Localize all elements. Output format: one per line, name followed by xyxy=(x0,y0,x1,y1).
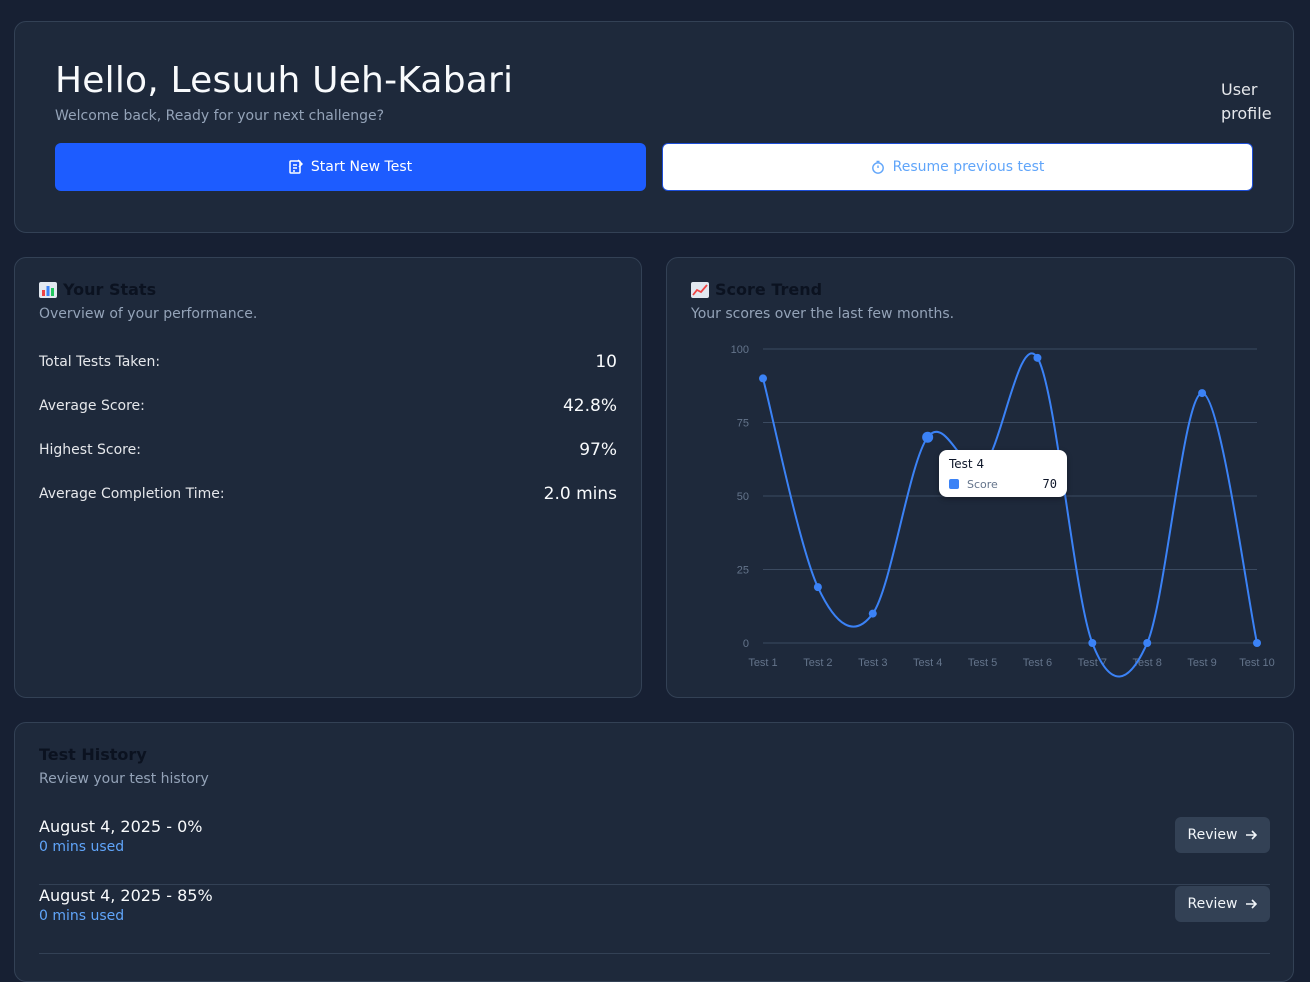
review-label: Review xyxy=(1187,896,1238,912)
x-tick-label: Test 1 xyxy=(748,657,777,669)
tooltip-swatch xyxy=(949,479,959,489)
data-point xyxy=(868,609,877,618)
stats-title: Your Stats xyxy=(39,280,156,299)
stat-label: Average Score: xyxy=(39,398,145,414)
data-point xyxy=(1143,639,1152,647)
chart-tooltip: Test 4 Score 70 xyxy=(939,450,1067,497)
stat-label: Average Completion Time: xyxy=(39,486,225,502)
data-point xyxy=(1088,639,1097,647)
stat-label: Highest Score: xyxy=(39,442,141,458)
start-new-test-label: Start New Test xyxy=(310,159,413,175)
stat-label: Total Tests Taken: xyxy=(39,354,161,370)
stat-row: Average Completion Time: 2.0 mins xyxy=(39,484,617,504)
data-point xyxy=(813,583,822,592)
greeting-heading: Hello, Lesuuh Ueh-Kabari xyxy=(55,60,514,101)
tooltip-series: Score xyxy=(967,477,998,491)
score-line xyxy=(762,352,1258,678)
welcome-card: Hello, Lesuuh Ueh-Kabari Welcome back, R… xyxy=(14,21,1294,233)
x-tick-label: Test 3 xyxy=(858,657,887,669)
start-new-test-button[interactable]: Start New Test xyxy=(55,143,646,191)
stat-row: Average Score: 42.8% xyxy=(39,396,617,416)
bar-chart-icon xyxy=(39,281,57,298)
stat-value: 10 xyxy=(595,352,617,372)
stats-description: Overview of your performance. xyxy=(39,306,258,322)
data-point xyxy=(1198,389,1207,398)
resume-test-label: Resume previous test xyxy=(892,159,1045,175)
resume-test-button[interactable]: Resume previous test xyxy=(662,143,1253,191)
tooltip-value: 70 xyxy=(1042,477,1057,491)
stats-card: Your Stats Overview of your performance.… xyxy=(14,257,642,698)
x-tick-label: Test 2 xyxy=(803,657,832,669)
history-item: August 4, 2025 - 0% 0 mins used Review xyxy=(39,817,1270,885)
history-item-time: 0 mins used xyxy=(39,908,125,924)
stat-value: 42.8% xyxy=(562,396,617,416)
stat-value: 2.0 mins xyxy=(543,484,617,504)
tooltip-row: Score 70 xyxy=(949,477,1057,491)
data-point xyxy=(922,431,934,443)
data-point xyxy=(1033,353,1042,362)
history-description: Review your test history xyxy=(39,771,209,787)
data-point xyxy=(1253,639,1261,647)
history-item-time: 0 mins used xyxy=(39,839,125,855)
stat-row: Total Tests Taken: 10 xyxy=(39,352,617,372)
edit-note-icon xyxy=(289,159,303,174)
x-tick-label: Test 5 xyxy=(968,657,997,669)
arrow-right-icon xyxy=(1246,830,1258,840)
y-tick-label: 100 xyxy=(731,344,749,356)
review-label: Review xyxy=(1187,827,1238,843)
x-tick-label: Test 6 xyxy=(1023,657,1052,669)
x-tick-label: Test 10 xyxy=(1239,657,1274,669)
review-button[interactable]: Review xyxy=(1175,817,1270,853)
x-tick-label: Test 4 xyxy=(913,657,942,669)
y-tick-label: 0 xyxy=(743,638,749,650)
tooltip-title: Test 4 xyxy=(949,457,985,471)
review-button[interactable]: Review xyxy=(1175,886,1270,922)
history-item: August 4, 2025 - 85% 0 mins used Review xyxy=(39,886,1270,954)
welcome-subtitle: Welcome back, Ready for your next challe… xyxy=(55,108,385,124)
y-tick-label: 75 xyxy=(737,418,749,430)
user-profile-link[interactable]: User profile xyxy=(1221,78,1281,126)
stat-value: 97% xyxy=(579,440,617,460)
data-point xyxy=(759,374,767,383)
history-title: Test History xyxy=(39,745,147,764)
history-item-title: August 4, 2025 - 0% xyxy=(39,817,203,836)
test-history-card: Test History Review your test history Au… xyxy=(14,722,1294,982)
timer-icon xyxy=(871,160,884,174)
history-item-title: August 4, 2025 - 85% xyxy=(39,886,213,905)
stats-title-text: Your Stats xyxy=(63,280,157,299)
y-tick-label: 25 xyxy=(737,565,749,577)
arrow-right-icon xyxy=(1246,899,1258,909)
score-trend-card: Score Trend Your scores over the last fe… xyxy=(666,257,1295,698)
x-tick-label: Test 9 xyxy=(1187,657,1216,669)
stat-row: Highest Score: 97% xyxy=(39,440,617,460)
y-tick-label: 50 xyxy=(737,491,749,503)
